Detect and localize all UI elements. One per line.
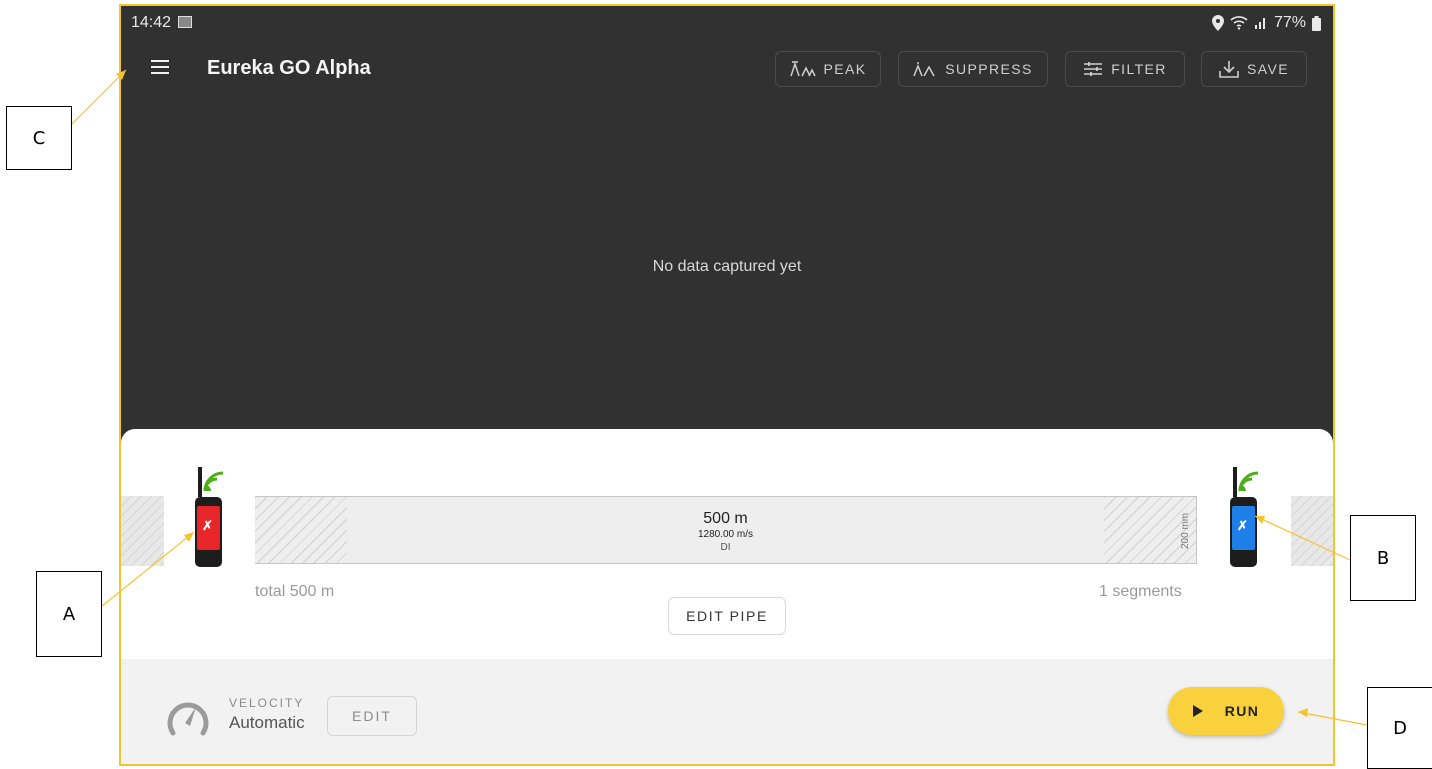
callout-a: A	[36, 571, 102, 657]
sensor-b-body: ✗	[1230, 497, 1257, 567]
filter-button[interactable]: FILTER	[1065, 51, 1185, 87]
app-title: Eureka GO Alpha	[207, 57, 371, 79]
edit-pipe-button[interactable]: EDIT PIPE	[668, 597, 786, 635]
pipe-panel: 500 m 1280.00 m/s DI 200 mm ✗ ✗ total 50…	[121, 429, 1333, 764]
callout-b: B	[1350, 515, 1416, 601]
save-icon	[1219, 61, 1239, 78]
battery-level: 77%	[1273, 14, 1306, 31]
suppress-label: SUPPRESS	[945, 61, 1033, 77]
speedometer-icon	[167, 702, 209, 736]
callout-c: C	[6, 106, 72, 170]
sensor-a-body: ✗	[195, 497, 222, 567]
pipe-total-length: total 500 m	[255, 583, 335, 600]
callout-d: D	[1367, 687, 1432, 769]
pipe-segment-count: 1 segments	[1099, 583, 1182, 600]
peak-label: PEAK	[823, 61, 867, 77]
signal-strength-icon	[1238, 471, 1259, 492]
filter-icon	[1084, 62, 1103, 76]
run-label: RUN	[1224, 703, 1260, 719]
pipe-segment[interactable]: 500 m 1280.00 m/s DI 200 mm	[255, 496, 1197, 564]
app-bar: Eureka GO Alpha PEAK SUPPRESS FILTER SAV…	[121, 40, 1333, 102]
sensor-a-logo-icon: ✗	[202, 518, 213, 533]
status-bar: 14:42 77%	[121, 6, 1333, 40]
pipe-material: DI	[720, 542, 731, 553]
status-time: 14:42	[131, 14, 172, 31]
signal-strength-icon	[203, 471, 224, 492]
pipe-length: 500 m	[703, 510, 748, 527]
play-icon	[1192, 705, 1203, 717]
gallery-notification-icon	[178, 16, 192, 28]
peak-icon	[789, 61, 816, 77]
pipe-end-left	[121, 496, 164, 566]
signal-icon	[1254, 18, 1265, 29]
battery-icon	[1312, 15, 1321, 31]
sensor-a-antenna	[198, 467, 202, 497]
sensor-b-logo-icon: ✗	[1237, 518, 1248, 533]
location-icon	[1211, 15, 1224, 31]
menu-icon[interactable]	[151, 60, 169, 74]
pipe-end-right	[1291, 496, 1333, 566]
save-button[interactable]: SAVE	[1201, 51, 1307, 87]
edit-velocity-button[interactable]: EDIT	[327, 696, 417, 736]
filter-label: FILTER	[1111, 61, 1167, 77]
sensor-b-antenna	[1233, 467, 1237, 497]
pipe-info: 500 m 1280.00 m/s DI	[255, 510, 1196, 553]
sensor-b[interactable]: ✗	[1230, 467, 1260, 567]
run-button[interactable]: RUN	[1168, 687, 1284, 735]
bottom-bar: VELOCITY Automatic EDIT RUN	[121, 659, 1333, 764]
status-indicators: 77%	[1211, 14, 1321, 32]
sensor-a[interactable]: ✗	[195, 467, 225, 567]
wifi-icon	[1230, 16, 1248, 30]
suppress-button[interactable]: SUPPRESS	[898, 51, 1048, 87]
save-label: SAVE	[1247, 61, 1289, 77]
suppress-icon	[913, 62, 935, 77]
velocity-caption: VELOCITY	[229, 696, 305, 710]
pipe-diameter: 200 mm	[1180, 512, 1191, 550]
peak-button[interactable]: PEAK	[775, 51, 881, 87]
pipe-velocity: 1280.00 m/s	[697, 529, 754, 540]
empty-plot-message: No data captured yet	[652, 258, 802, 275]
tablet-screen: 14:42 77% Eureka GO Alpha PEAK SUPPRESS …	[119, 4, 1335, 766]
velocity-mode: Automatic	[229, 713, 305, 732]
